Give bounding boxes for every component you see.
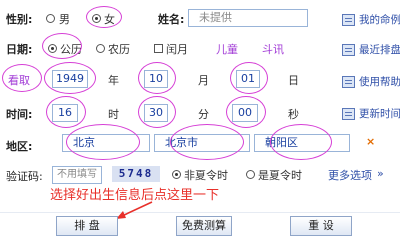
birth-year-unit: 年	[108, 74, 119, 87]
sidebar-item-my-cases[interactable]: 我的命例	[342, 12, 400, 27]
sidebar-item-label: 更新时间	[359, 108, 400, 120]
leap-month-checkbox[interactable]	[154, 44, 163, 53]
date-lunar-radio[interactable]	[96, 44, 105, 53]
dst-on-label: 是夏令时	[258, 169, 302, 182]
sidebar-item-update-time[interactable]: 更新时间	[342, 106, 400, 121]
dst-off-radio[interactable]	[172, 170, 181, 179]
captcha-image[interactable]: 5748	[112, 166, 160, 182]
birth-day-input[interactable]: 01	[236, 70, 260, 88]
verify-input[interactable]: 不用填写	[52, 166, 102, 184]
birth-day-unit: 日	[288, 74, 299, 87]
leap-month-label: 闰月	[166, 43, 188, 56]
date-extra-link-2[interactable]: 斗讯	[262, 41, 284, 57]
gender-male-label: 男	[59, 13, 70, 26]
reset-button[interactable]: 重 设	[290, 216, 352, 236]
dst-off-label: 非夏令时	[184, 169, 228, 182]
birth-year-input[interactable]: 1949	[52, 70, 88, 88]
sidebar-item-label: 我的命例	[359, 14, 400, 26]
name-input[interactable]: 未提供	[188, 9, 308, 27]
date-label: 日期:	[6, 43, 33, 56]
time-minute-unit: 分	[198, 108, 209, 121]
time-label: 时间:	[6, 108, 33, 121]
gender-female-label: 女	[104, 13, 115, 26]
location-label: 地区:	[6, 140, 33, 153]
date-solar-label: 公历	[60, 43, 82, 56]
sidebar-item-label: 最近排盘	[359, 44, 400, 56]
gender-male-radio[interactable]	[46, 14, 55, 23]
sidebar-item-label: 使用帮助	[359, 76, 400, 88]
gender-female-radio[interactable]	[92, 14, 101, 23]
divider	[0, 212, 400, 213]
time-hour-input[interactable]: 16	[52, 104, 78, 122]
help-icon	[342, 75, 355, 88]
location-province-select[interactable]: 北京	[62, 134, 150, 152]
location-district-select[interactable]: 朝阳区	[254, 134, 350, 152]
clear-location-icon[interactable]: ×	[366, 135, 375, 148]
list-icon	[342, 43, 355, 56]
date-lunar-label: 农历	[108, 43, 130, 56]
dst-on-radio[interactable]	[246, 170, 255, 179]
gender-label: 性别:	[6, 13, 33, 26]
sidebar-item-recent[interactable]: 最近排盘	[342, 42, 400, 57]
time-hour-unit: 时	[108, 108, 119, 121]
date-solar-radio[interactable]	[48, 44, 57, 53]
location-city-select[interactable]: 北京市	[154, 134, 250, 152]
clock-icon	[342, 107, 355, 120]
free-calc-button[interactable]: 免费测算	[176, 216, 232, 236]
verify-label: 验证码:	[6, 170, 43, 183]
time-second-input[interactable]: 00	[232, 104, 258, 122]
time-second-unit: 秒	[288, 108, 299, 121]
sidebar-item-help[interactable]: 使用帮助	[342, 74, 400, 89]
chevron-down-icon[interactable]: »	[377, 167, 384, 180]
more-options-link[interactable]: 更多选项	[328, 167, 372, 183]
date-extra-link-1[interactable]: 儿童	[216, 41, 238, 57]
birth-label: 看取	[8, 74, 30, 87]
birth-month-input[interactable]: 10	[144, 70, 168, 88]
annotation-text: 选择好出生信息后点这里一下	[50, 188, 220, 203]
birth-month-unit: 月	[198, 74, 209, 87]
book-icon	[342, 13, 355, 26]
name-label: 姓名:	[158, 13, 185, 26]
pai-pan-button[interactable]: 排 盘	[56, 216, 118, 236]
time-minute-input[interactable]: 30	[144, 104, 168, 122]
